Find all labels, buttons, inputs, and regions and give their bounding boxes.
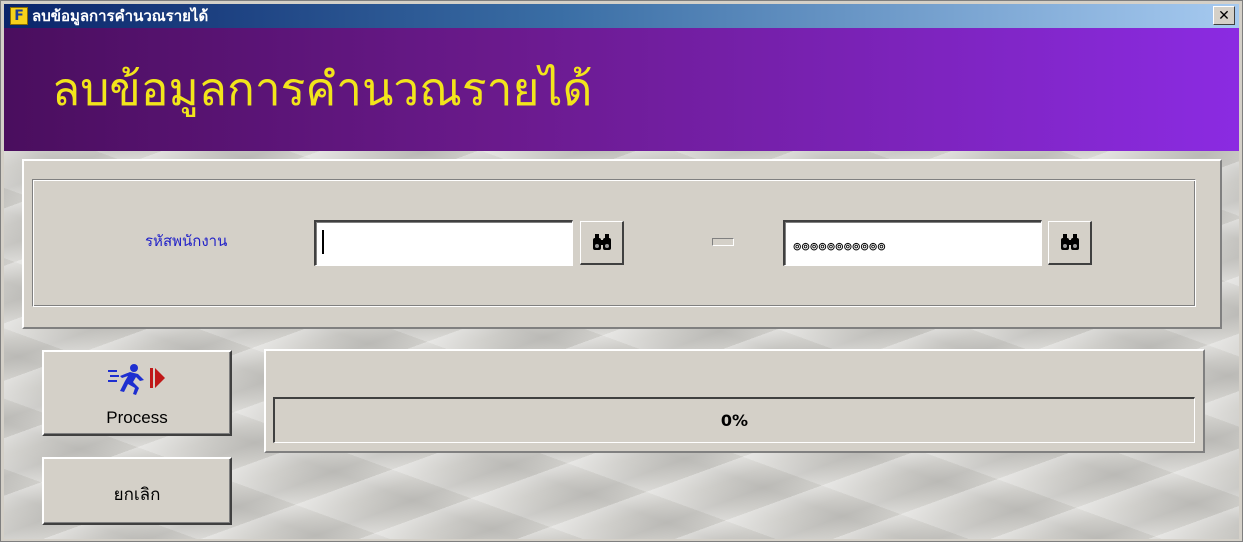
cancel-button[interactable]: ยกเลิก (42, 457, 232, 525)
header-banner: ลบข้อมูลการคำนวณรายได้ (4, 28, 1239, 151)
title-bar[interactable]: F ลบข้อมูลการคำนวณรายได้ ✕ (4, 4, 1239, 28)
text-caret (322, 230, 324, 254)
find-employee-to-button[interactable] (1048, 221, 1092, 265)
range-separator (712, 238, 734, 246)
cancel-button-label: ยกเลิก (113, 485, 161, 504)
binoculars-icon (592, 233, 611, 250)
app-window: F ลบข้อมูลการคำนวณรายได้ ✕ ลบข้อมูลการคำ… (0, 0, 1243, 542)
progress-percent: 0% (720, 411, 749, 430)
running-man-icon (108, 364, 165, 395)
employee-code-to-input[interactable] (783, 220, 1042, 266)
binoculars-icon (1060, 233, 1079, 250)
close-button[interactable]: ✕ (1213, 6, 1235, 25)
employee-code-from-input[interactable] (314, 220, 573, 266)
window-title: ลบข้อมูลการคำนวณรายได้ (32, 7, 209, 25)
progress-bar: 0% (273, 397, 1195, 443)
process-button-label: Process (106, 408, 168, 427)
process-button[interactable]: Process (42, 350, 232, 436)
employee-code-label: รหัสพนักงาน (145, 232, 228, 250)
app-icon: F (10, 7, 28, 25)
page-title: ลบข้อมูลการคำนวณรายได้ (52, 62, 593, 116)
close-icon: ✕ (1218, 7, 1230, 24)
find-employee-from-button[interactable] (580, 221, 624, 265)
